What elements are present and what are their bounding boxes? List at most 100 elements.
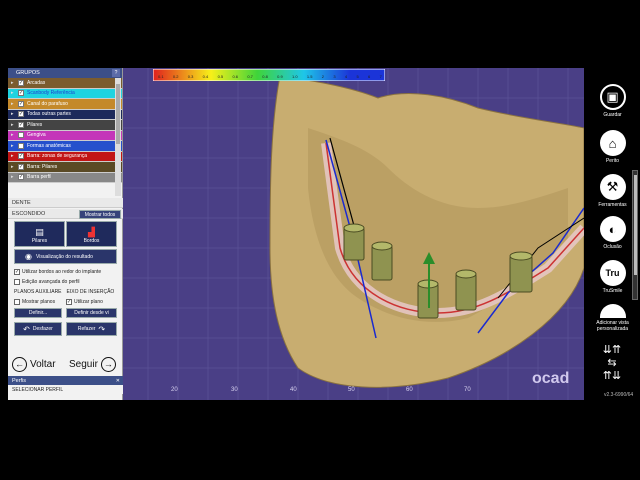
arrow-right-icon: → [100, 357, 116, 372]
arrow-left-icon: ← [12, 357, 27, 372]
expand-arrow-icon[interactable]: ▸ [11, 174, 18, 180]
expand-arrow-icon[interactable]: ▸ [11, 122, 18, 128]
ferramentas-label: Ferramentas [598, 202, 627, 208]
mostrar-todos-button[interactable]: Mostrar todos [79, 210, 121, 219]
mostrar-planos-label: Mostrar planos [22, 299, 56, 305]
color-scale-tick: 0.5 [217, 74, 224, 79]
visualizacao-button[interactable]: ◉ Visualização do resultado [14, 249, 117, 264]
color-scale-tick: 0.7 [247, 74, 253, 79]
mostrar-todos-label: Mostrar todos [84, 211, 116, 218]
pilares-icon: ▤ [35, 227, 44, 237]
mostrar-planos-checkbox[interactable] [14, 299, 20, 305]
dente-section[interactable]: DENTE [8, 198, 123, 208]
group-checkbox[interactable]: ✓ [18, 163, 24, 170]
group-checkbox[interactable]: ✓ [18, 111, 24, 118]
bordos-label: Bordos [83, 238, 100, 244]
group-label: Todas outras partes [27, 111, 71, 118]
group-label: Barra: zonas de segurança [27, 153, 88, 160]
groups-scrollbar[interactable] [115, 78, 121, 196]
expand-arrow-icon[interactable]: ▸ [11, 132, 18, 138]
left-panel: GRUPOS ? ▸ ✓ Arcadas ▸ ✓ Scanbody Referência ▸… [8, 68, 123, 400]
group-row[interactable]: ▸ ✓ Scanbody Referência [8, 88, 122, 99]
bordos-icon: ▟ [88, 227, 95, 237]
voltar-label: Voltar [30, 359, 56, 370]
selecionar-perfil-row[interactable]: SELECIONAR PERFIL [8, 385, 123, 394]
group-row[interactable]: ▸ ✓ Canal do parafuso [8, 99, 122, 110]
group-row[interactable]: ▸ Gengiva [8, 130, 122, 141]
ruler-tick: 30 [231, 387, 238, 393]
group-checkbox[interactable] [18, 142, 24, 149]
refazer-label: Refazer [77, 326, 96, 332]
seguir-button[interactable]: Seguir → [69, 357, 116, 372]
mostrar-planos-option[interactable]: Mostrar planos [14, 299, 55, 305]
desfazer-button[interactable]: ↶ Desfazer [14, 322, 62, 336]
planos-label-row: PLANOS AUXILIARE EIXO DE INSERÇÃO [14, 289, 114, 295]
help-button[interactable]: ? [112, 69, 120, 77]
color-scale-tick: 6 [368, 74, 371, 79]
edicao-label: Edição avançada do perfil [22, 279, 80, 285]
expand-arrow-icon[interactable]: ▸ [11, 111, 18, 117]
expand-arrow-icon[interactable]: ▸ [11, 90, 18, 96]
undo-icon: ↶ [23, 324, 30, 334]
custom-view-label: Adicionar vista personalizada [596, 320, 629, 332]
tools-icon: ⚒ [599, 174, 626, 200]
utilizar-plano-checkbox[interactable]: ✓ [66, 299, 72, 305]
edicao-option[interactable]: Edição avançada do perfil [14, 279, 80, 285]
perito-button[interactable]: ⌂ Perito [585, 130, 640, 164]
group-label: Gengiva [27, 132, 46, 139]
group-row[interactable]: ▸ ✓ Arcadas [8, 78, 122, 89]
pilares-button[interactable]: ▤ Pilares [14, 221, 65, 247]
ruler-tick: 50 [348, 387, 355, 393]
group-row[interactable]: ▸ ✓ Todas outras partes [8, 109, 122, 120]
edicao-checkbox[interactable] [14, 279, 20, 285]
expand-arrow-icon[interactable]: ▸ [11, 164, 18, 170]
utilizar-bordos-option[interactable]: ✓ Utilizar bordos ao redor do implante [14, 269, 101, 275]
group-label: Pilares [27, 121, 43, 128]
color-scale-tick: 1.5 [306, 74, 313, 79]
group-row[interactable]: ▸ ✓ Barra: Pilares [8, 162, 122, 173]
groups-header: GRUPOS ? [8, 68, 122, 78]
group-checkbox[interactable]: ✓ [18, 121, 24, 128]
definir-button[interactable]: Definir... [14, 308, 62, 318]
color-scale-tick: 1.0 [292, 74, 298, 79]
expand-arrow-icon[interactable]: ▸ [11, 153, 18, 159]
utilizar-plano-option[interactable]: ✓ Utilizar plano [66, 299, 103, 305]
guardar-button[interactable]: ▣ Guardar [585, 84, 640, 118]
group-checkbox[interactable]: ✓ [18, 79, 24, 86]
group-checkbox[interactable]: ✓ [18, 100, 24, 107]
refazer-button[interactable]: Refazer ↷ [66, 322, 117, 336]
group-row[interactable]: ▸ Formas anatómicas [8, 141, 122, 152]
close-icon[interactable]: ✕ [116, 378, 120, 384]
perfis-header: Perfis ✕ [8, 376, 123, 385]
definir-label: Definir... [28, 310, 48, 316]
view-arrows-icon[interactable]: ⇊⇈ ⇆ ⇈⇊ [596, 344, 628, 388]
bordos-button[interactable]: ▟ Bordos [66, 221, 117, 247]
expand-arrow-icon[interactable]: ▸ [11, 101, 18, 107]
voltar-button[interactable]: ← Voltar [12, 357, 56, 372]
utilizar-bordos-checkbox[interactable]: ✓ [14, 269, 20, 275]
expand-arrow-icon[interactable]: ▸ [11, 143, 18, 149]
color-scale-tick: 3 [333, 74, 336, 79]
definir-desde-button[interactable]: Definir desde vi [66, 308, 117, 318]
visualizacao-label: Visualização do resultado [35, 253, 93, 260]
group-row[interactable]: ▸ ✓ Barra perfil [8, 172, 122, 183]
color-scale-tick: 0.3 [187, 74, 194, 79]
color-scale-tick: 0.8 [262, 74, 268, 79]
group-label: Canal do parafuso [27, 100, 68, 107]
group-checkbox[interactable]: ✓ [18, 90, 24, 97]
group-row[interactable]: ▸ ✓ Barra: zonas de segurança [8, 151, 122, 162]
group-checkbox[interactable]: ✓ [18, 153, 24, 160]
color-scale-tick: 5 [356, 74, 359, 79]
toolbar-scrollbar[interactable] [632, 170, 638, 300]
desfazer-label: Desfazer [32, 326, 53, 332]
group-label: Formas anatómicas [27, 142, 71, 149]
color-scale-tick: 0.9 [277, 74, 283, 79]
group-checkbox[interactable]: ✓ [18, 174, 24, 181]
custom-view-button[interactable]: Adicionar vista personalizada [585, 304, 640, 332]
group-row[interactable]: ▸ ✓ Pilares [8, 120, 122, 131]
eye-icon: ◉ [25, 252, 32, 261]
group-checkbox[interactable] [18, 132, 24, 139]
perfis-title: Perfis [12, 377, 27, 384]
expand-arrow-icon[interactable]: ▸ [11, 80, 18, 86]
definir-desde-label: Definir desde vi [74, 310, 109, 316]
